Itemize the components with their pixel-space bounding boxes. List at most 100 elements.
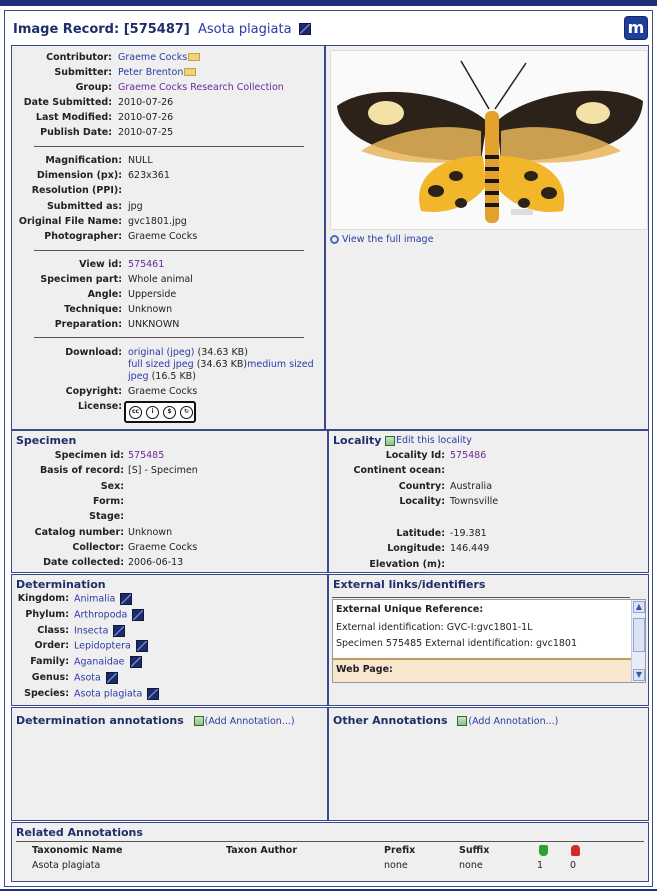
download-original-link[interactable]: original (jpeg) [128,347,195,358]
external-links-panel: External links/identifiers External Uniq… [328,574,649,706]
taxonomy-row: Phylum: Arthropoda [12,608,327,624]
view-full-image-link[interactable]: View the full image [330,234,433,245]
contributor-label: Contributor: [46,52,112,63]
unique-reference-label: External Unique Reference: [336,604,484,615]
taxon-page-icon[interactable] [132,608,145,621]
taxonomy-rank-label: Family: [30,656,69,668]
taxonomy-row: Genus: Asota [12,672,327,687]
specimen-part-value: Whole animal [128,274,193,285]
taxon-page-icon[interactable] [129,656,142,669]
preparation-value: UNKNOWN [128,319,180,330]
col-suffix: Suffix [459,845,490,856]
taxon-link[interactable]: Insecta [74,625,108,636]
web-page-label: Web Page: [336,664,393,675]
download-medium-link[interactable]: medium sized [247,359,314,370]
edit-locality-icon[interactable] [385,435,395,446]
add-determination-annotation-link[interactable]: (Add Annotation...) [205,716,295,727]
related-annotations-title: Related Annotations [16,826,143,839]
agree-count: 1 [537,860,544,871]
download-medium-size: (16.5 KB) [151,371,196,382]
taxonomy-value: Asota [74,672,118,684]
email-icon[interactable] [184,67,197,76]
determination-title: Determination [16,578,106,591]
download-original-size: (34.63 KB) [197,347,248,358]
taxon-page-icon[interactable] [135,640,148,653]
specimen-image[interactable] [330,50,648,230]
add-annotation-icon[interactable] [457,716,468,726]
specimen-part-label: Specimen part: [40,274,122,285]
determination-annotations-title: Determination annotations (Add Annotatio… [16,714,295,727]
taxonomy-value: Lepidoptera [74,640,148,653]
submitted-as-value: jpg [128,201,143,212]
contributor-link[interactable]: Graeme Cocks [118,52,187,63]
scrollbar[interactable]: ▲ ▼ [631,600,645,682]
date-submitted-value: 2010-07-26 [118,97,174,108]
taxon-link[interactable]: Asota [74,673,101,684]
taxonomy-value: Asota plagiata [74,687,160,700]
creative-commons-license-icon[interactable]: cc i $ ↻ [124,401,196,423]
locality-row: Locality: Townsville [329,496,648,511]
related-annotations-panel: Related Annotations Taxonomic Name Taxon… [11,822,649,882]
external-links-frame[interactable]: External Unique Reference: External iden… [332,599,646,683]
taxon-page-icon[interactable] [147,687,160,700]
thumbs-down-icon[interactable] [571,845,580,856]
coordinate-row: Longitude: 146.449 [329,543,648,558]
taxon-link[interactable]: Lepidoptera [74,641,131,652]
scientific-name-link[interactable]: Asota plagiata [198,22,292,37]
taxon-page-icon[interactable] [299,23,311,35]
locality-id-link[interactable]: 575486 [450,450,486,461]
taxon-page-icon[interactable] [113,624,126,637]
scroll-thumb[interactable] [633,618,645,652]
specimen-id-link[interactable]: 575485 [128,450,164,461]
specimen-field-value: Unknown [128,526,173,538]
disagree-count: 0 [570,860,577,871]
original-file-label: Original File Name: [18,216,122,227]
taxon-page-icon[interactable] [120,593,133,605]
taxon-link[interactable]: Arthropoda [74,609,127,620]
email-icon[interactable] [188,52,201,61]
submitter-link[interactable]: Peter Brenton [118,67,183,78]
add-annotation-icon[interactable] [193,716,204,726]
taxon-link[interactable]: Asota plagiata [74,688,142,699]
specimen-title: Specimen [16,434,77,447]
angle-label: Angle: [87,289,122,300]
determination-annotations-label: Determination annotations [16,714,184,727]
col-taxon-author: Taxon Author [226,845,298,856]
add-other-annotation-link[interactable]: (Add Annotation...) [468,716,558,727]
taxonomy-value: Animalia [74,593,133,605]
photographer-label: Photographer: [44,231,122,242]
original-file-value: gvc1801.jpg [128,216,187,227]
related-suffix: none [459,860,483,871]
edit-locality-link[interactable]: Edit this locality [396,435,472,446]
related-prefix: none [384,860,408,871]
specimen-field-label: Catalog number: [34,526,124,538]
download-medium-link-cont[interactable]: jpeg [128,371,149,382]
specimen-row: Date collected: 2006-06-13 [12,557,327,572]
coordinate-row: Latitude: -19.381 [329,528,648,543]
taxon-link[interactable]: Animalia [74,594,115,605]
group-label: Group: [75,82,112,93]
moth-image [337,60,643,223]
specimen-field-label: Sex: [100,480,124,492]
taxon-page-icon[interactable] [105,672,118,684]
download-full-link[interactable]: full sized jpeg [128,359,194,370]
taxonomy-rank-label: Genus: [31,672,69,683]
scroll-down-icon[interactable]: ▼ [633,669,645,681]
specimen-field-label: Collector: [72,541,124,553]
locality-title: Locality [333,434,382,447]
publish-date-value: 2010-07-25 [118,127,174,138]
thumbs-up-icon[interactable] [539,845,548,856]
group-link[interactable]: Graeme Cocks Research Collection [118,82,284,93]
locality-panel: Locality Edit this locality Locality Id:… [328,430,649,573]
specimen-field-value: 2006-06-13 [128,557,184,569]
specimen-row: Specimen id: 575485 [12,450,327,465]
locality-row: Country: Australia [329,481,648,496]
image-record-container: Image Record: [575487] Asota plagiata m … [4,10,653,887]
taxon-link[interactable]: Aganaidae [74,657,125,668]
view-id-link[interactable]: 575461 [128,259,164,270]
coordinate-row: Elevation (m): [329,559,648,574]
morphbank-logo-icon[interactable]: m [624,16,648,40]
taxonomy-value: Aganaidae [74,656,142,669]
dimension-value: 623x361 [128,170,170,181]
scroll-up-icon[interactable]: ▲ [633,601,645,613]
